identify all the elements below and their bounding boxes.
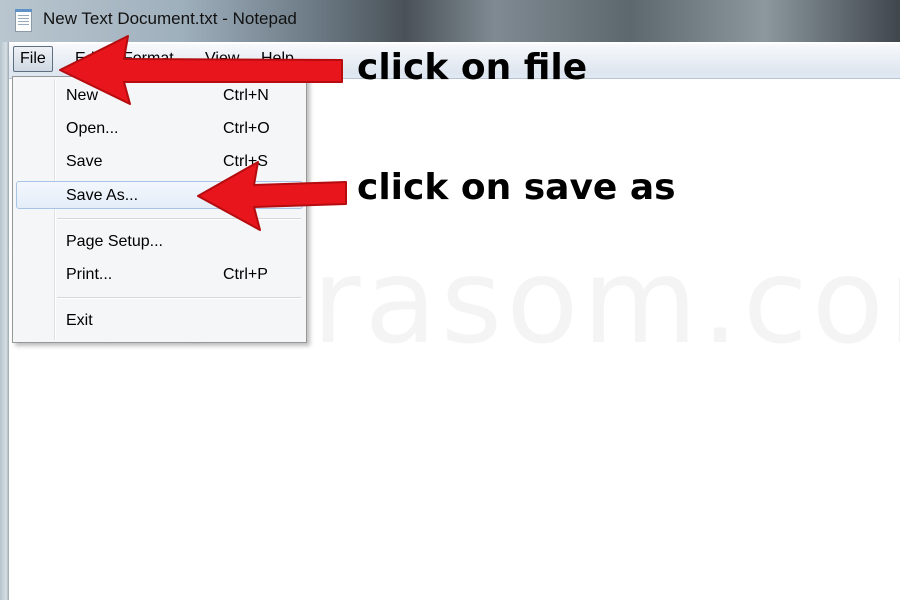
- annotation-click-on-file: click on file: [357, 47, 588, 88]
- menu-item-shortcut: Ctrl+O: [223, 120, 270, 137]
- arrow-to-save-as-icon: [197, 161, 347, 231]
- arrow-to-file-icon: [59, 35, 343, 105]
- menu-item-shortcut: Ctrl+P: [223, 266, 268, 283]
- menu-item-label: Open...: [66, 120, 119, 137]
- menu-item-label: Print...: [66, 266, 113, 283]
- menu-item-open[interactable]: Open... Ctrl+O: [16, 115, 303, 143]
- menu-item-print[interactable]: Print... Ctrl+P: [16, 261, 303, 289]
- notepad-icon: [15, 9, 32, 32]
- window-title: New Text Document.txt - Notepad: [43, 9, 297, 28]
- menu-item-label: Save: [66, 153, 103, 170]
- menu-separator: [57, 297, 301, 299]
- window-frame-left: [0, 42, 9, 600]
- menu-item-label: Save As...: [66, 187, 139, 204]
- menu-item-exit[interactable]: Exit: [16, 307, 303, 335]
- menu-item-label: Exit: [66, 312, 93, 329]
- menu-item-label: Page Setup...: [66, 233, 163, 250]
- annotation-click-on-save-as: click on save as: [357, 167, 676, 208]
